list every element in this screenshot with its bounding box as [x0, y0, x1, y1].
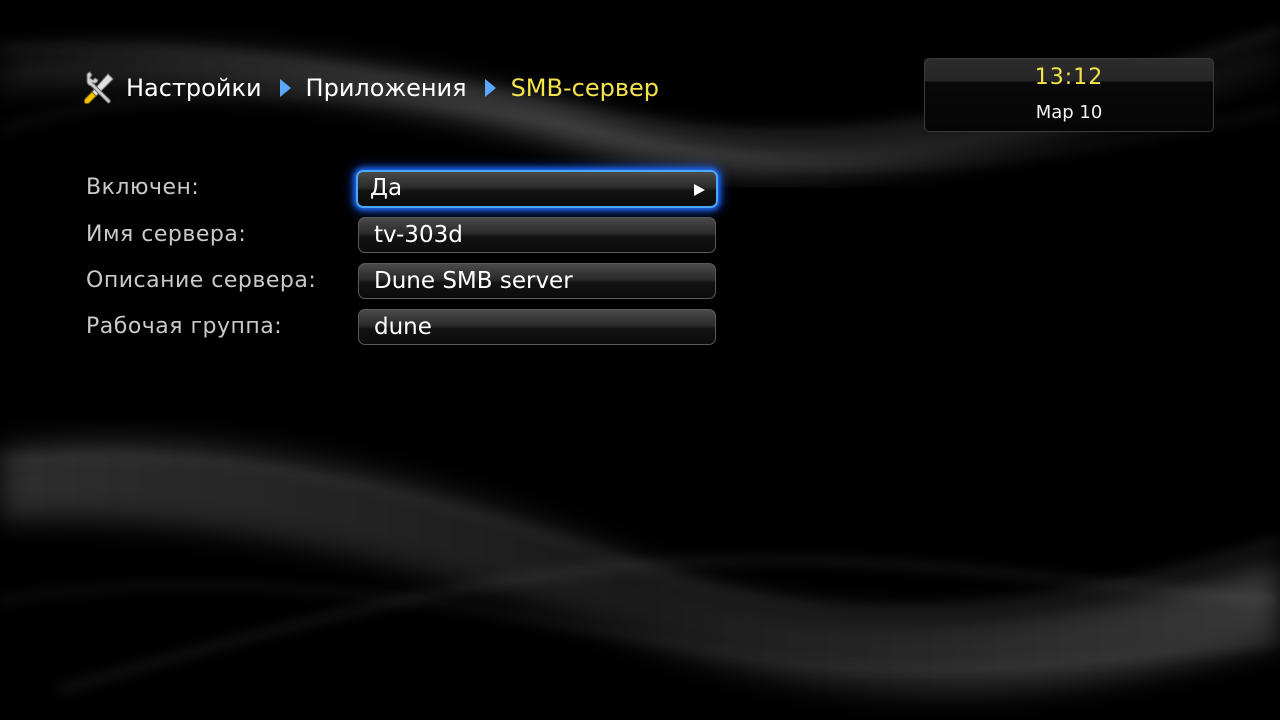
settings-screen: Настройки Приложения SMB-сервер 13:12 Ма…	[0, 0, 1280, 720]
server-description-field[interactable]: Dune SMB server	[358, 263, 716, 299]
server-name-label: Имя сервера:	[86, 222, 247, 247]
server-description-label: Описание сервера:	[86, 268, 317, 293]
enabled-label: Включен:	[86, 175, 200, 200]
enabled-value: Да	[370, 175, 403, 201]
workgroup-field[interactable]: dune	[358, 309, 716, 345]
settings-form: Включен: Да Имя сервера: tv-303d Описани…	[0, 0, 1280, 720]
workgroup-label: Рабочая группа:	[86, 314, 283, 339]
enabled-selector[interactable]: Да	[356, 170, 718, 208]
arrow-right-icon	[694, 184, 705, 196]
server-name-field[interactable]: tv-303d	[358, 217, 716, 253]
